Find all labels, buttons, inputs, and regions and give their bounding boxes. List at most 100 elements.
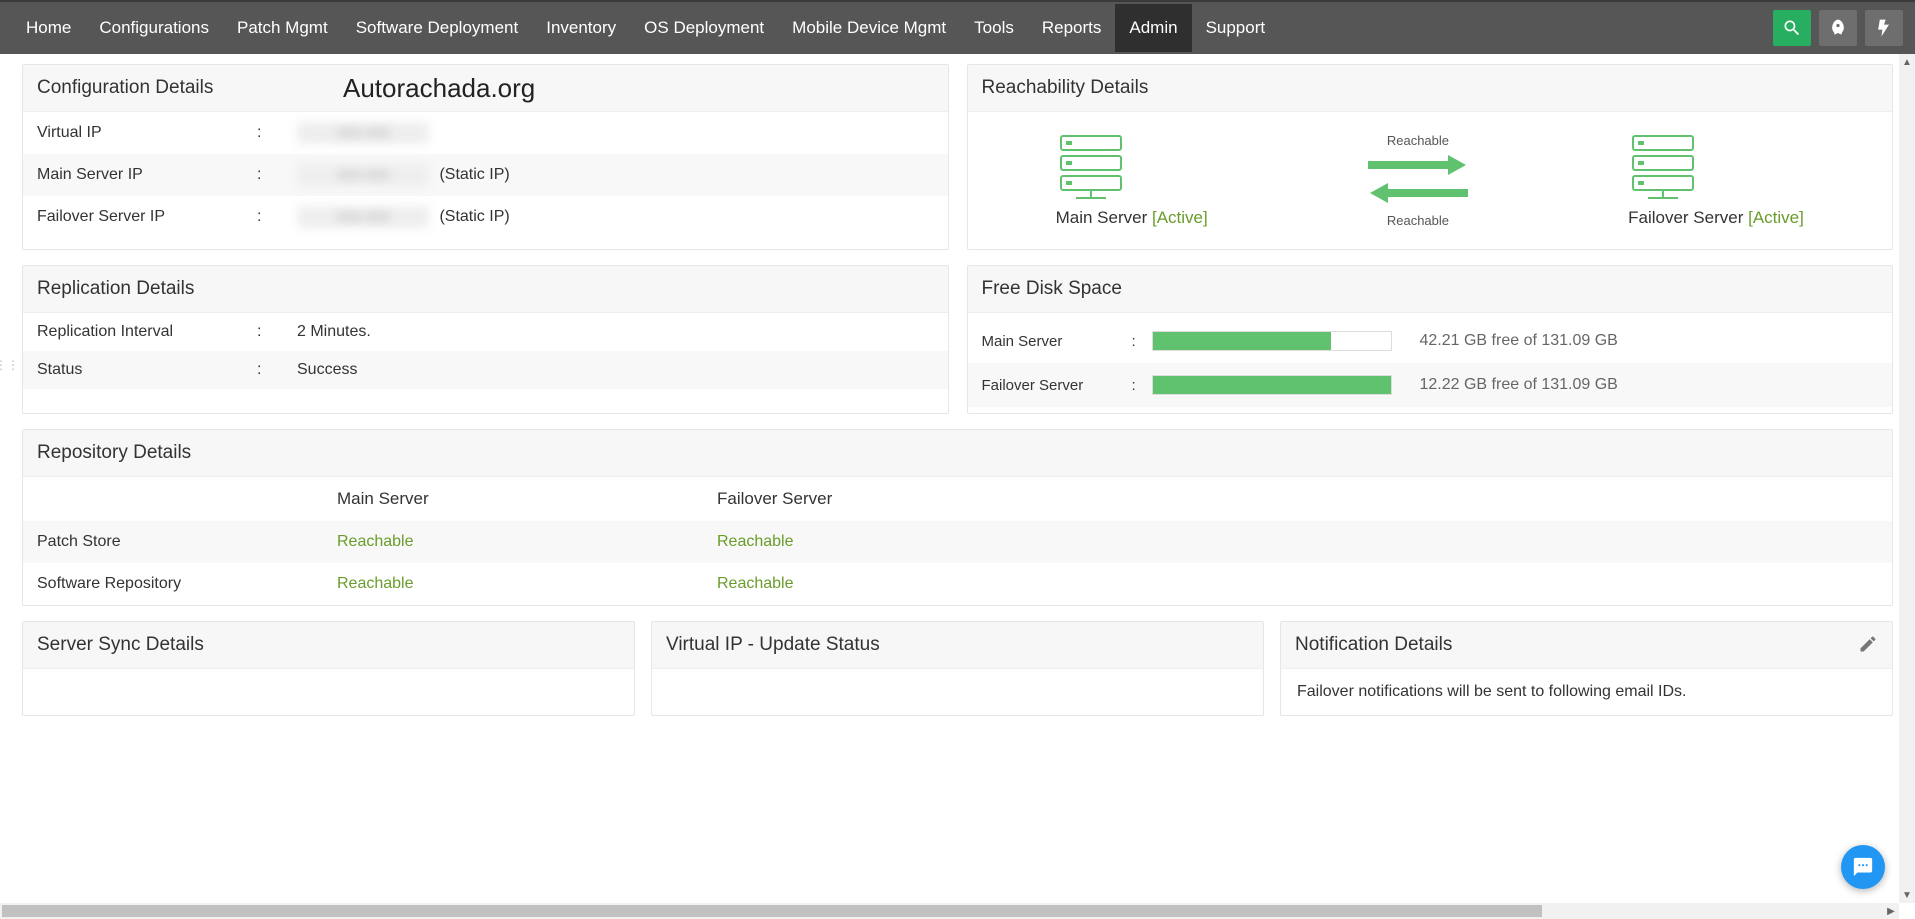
search-icon	[1782, 18, 1802, 38]
sidebar-toggle[interactable]: ⋮⋮	[0, 345, 14, 385]
panel-header: Replication Details	[23, 266, 948, 313]
server-sync-details-panel: Server Sync Details	[22, 621, 635, 716]
replication-row: Replication Interval:2 Minutes.	[23, 313, 948, 351]
replication-label: Status	[37, 361, 257, 379]
main-server-status: [Active]	[1152, 208, 1208, 227]
hidden-ip-value: xxx.xxx	[297, 122, 429, 144]
colon: :	[257, 208, 297, 226]
nav-item-os-deployment[interactable]: OS Deployment	[630, 4, 778, 52]
repo-row: Patch StoreReachableReachable	[23, 521, 1892, 563]
top-nav: HomeConfigurationsPatch MgmtSoftware Dep…	[0, 0, 1915, 54]
nav-item-home[interactable]: Home	[12, 4, 85, 52]
panel-header: Server Sync Details	[23, 622, 634, 669]
config-suffix: (Static IP)	[439, 208, 509, 226]
panel-title: Reachability Details	[982, 77, 1149, 98]
colon: :	[257, 361, 297, 379]
chat-icon	[1852, 856, 1874, 878]
nav-item-configurations[interactable]: Configurations	[85, 4, 223, 52]
notification-details-panel: Notification Details Failover notificati…	[1280, 621, 1893, 716]
replication-value: Success	[297, 361, 934, 379]
replication-value: 2 Minutes.	[297, 323, 934, 341]
disk-label: Failover Server	[982, 377, 1132, 394]
horizontal-scrollbar[interactable]: ◀ ▶	[0, 903, 1899, 919]
panel-header: Notification Details	[1281, 622, 1892, 669]
repo-failover-status: Reachable	[717, 575, 1878, 593]
repo-header-row: Main ServerFailover Server	[23, 477, 1892, 521]
notification-body-text: Failover notifications will be sent to f…	[1281, 669, 1892, 715]
failover-server-graphic: Failover Server [Active]	[1628, 134, 1804, 228]
repo-header-main: Main Server	[337, 489, 717, 509]
config-row: Virtual IP:xxx.xxx	[23, 112, 948, 154]
brand-label: Autorachada.org	[343, 73, 535, 104]
repo-main-status: Reachable	[337, 533, 717, 551]
panel-header: Free Disk Space	[968, 266, 1893, 313]
panel-title: Free Disk Space	[982, 278, 1122, 299]
rocket-icon	[1828, 18, 1848, 38]
repo-row-label: Patch Store	[37, 533, 337, 551]
repo-header-blank	[37, 489, 337, 509]
reachable-top-label: Reachable	[1368, 133, 1468, 148]
repo-row-label: Software Repository	[37, 575, 337, 593]
reachability-arrows: Reachable Reachable	[1368, 130, 1468, 231]
panel-title: Replication Details	[37, 278, 194, 299]
configuration-details-panel: Configuration Details Autorachada.org Vi…	[22, 64, 949, 250]
replication-row: Status:Success	[23, 351, 948, 389]
lightning-icon	[1874, 18, 1894, 38]
virtual-ip-update-status-panel: Virtual IP - Update Status	[651, 621, 1264, 716]
nav-item-mobile-device-mgmt[interactable]: Mobile Device Mgmt	[778, 4, 960, 52]
nav-item-patch-mgmt[interactable]: Patch Mgmt	[223, 4, 342, 52]
repo-failover-status: Reachable	[717, 533, 1878, 551]
disk-label: Main Server	[982, 333, 1132, 350]
disk-row: Main Server: 42.21 GB free of 131.09 GB	[968, 319, 1893, 363]
edit-notification-icon[interactable]	[1858, 634, 1878, 660]
disk-usage-bar	[1152, 375, 1392, 395]
panel-title: Repository Details	[37, 442, 191, 463]
colon: :	[257, 124, 297, 142]
nav-item-software-deployment[interactable]: Software Deployment	[342, 4, 533, 52]
quick-launch-button[interactable]	[1819, 10, 1857, 46]
config-label: Failover Server IP	[37, 208, 257, 226]
nav-item-inventory[interactable]: Inventory	[532, 4, 630, 52]
repo-header-failover: Failover Server	[717, 489, 1878, 509]
config-label: Main Server IP	[37, 166, 257, 184]
free-disk-space-panel: Free Disk Space Main Server: 42.21 GB fre…	[967, 265, 1894, 414]
disk-row: Failover Server:12.22 GB free of 131.09 …	[968, 363, 1893, 407]
panel-header: Virtual IP - Update Status	[652, 622, 1263, 669]
repo-main-status: Reachable	[337, 575, 717, 593]
hidden-ip-value: xxx.xxx	[297, 164, 429, 186]
replication-label: Replication Interval	[37, 323, 257, 341]
disk-usage-bar	[1152, 331, 1392, 351]
failover-server-status: [Active]	[1748, 208, 1804, 227]
disk-usage-text: 42.21 GB free of 131.09 GB	[1420, 332, 1618, 350]
quick-action-button[interactable]	[1865, 10, 1903, 46]
nav-item-reports[interactable]: Reports	[1028, 4, 1116, 52]
panel-title: Notification Details	[1295, 634, 1452, 655]
reachable-bottom-label: Reachable	[1368, 213, 1468, 228]
chat-button[interactable]	[1841, 845, 1885, 889]
replication-details-panel: Replication Details Replication Interval…	[22, 265, 949, 414]
scroll-right-arrow[interactable]: ▶	[1883, 903, 1899, 919]
nav-item-tools[interactable]: Tools	[960, 4, 1028, 52]
config-row: Main Server IP:xxx.xxx (Static IP)	[23, 154, 948, 196]
colon: :	[257, 166, 297, 184]
search-button[interactable]	[1773, 10, 1811, 46]
repo-row: Software RepositoryReachableReachable	[23, 563, 1892, 605]
colon: :	[1132, 377, 1152, 394]
vertical-scrollbar[interactable]: ▲ ▼	[1899, 54, 1915, 903]
scroll-down-arrow[interactable]: ▼	[1899, 887, 1915, 903]
config-suffix: (Static IP)	[439, 166, 509, 184]
main-server-graphic: Main Server [Active]	[1056, 134, 1208, 228]
panel-header: Repository Details	[23, 430, 1892, 477]
colon: :	[1132, 333, 1152, 350]
failover-server-name: Failover Server	[1628, 208, 1743, 227]
config-row: Failover Server IP:xxx.xxx (Static IP)	[23, 196, 948, 238]
nav-item-support[interactable]: Support	[1192, 4, 1280, 52]
panel-title: Server Sync Details	[37, 634, 204, 655]
panel-title: Configuration Details	[37, 77, 213, 98]
hidden-ip-value: xxx.xxx	[297, 206, 429, 228]
nav-item-admin[interactable]: Admin	[1115, 4, 1191, 52]
scroll-up-arrow[interactable]: ▲	[1899, 54, 1915, 70]
colon: :	[257, 323, 297, 341]
horizontal-scroll-thumb[interactable]	[2, 905, 1542, 917]
main-server-name: Main Server	[1056, 208, 1148, 227]
